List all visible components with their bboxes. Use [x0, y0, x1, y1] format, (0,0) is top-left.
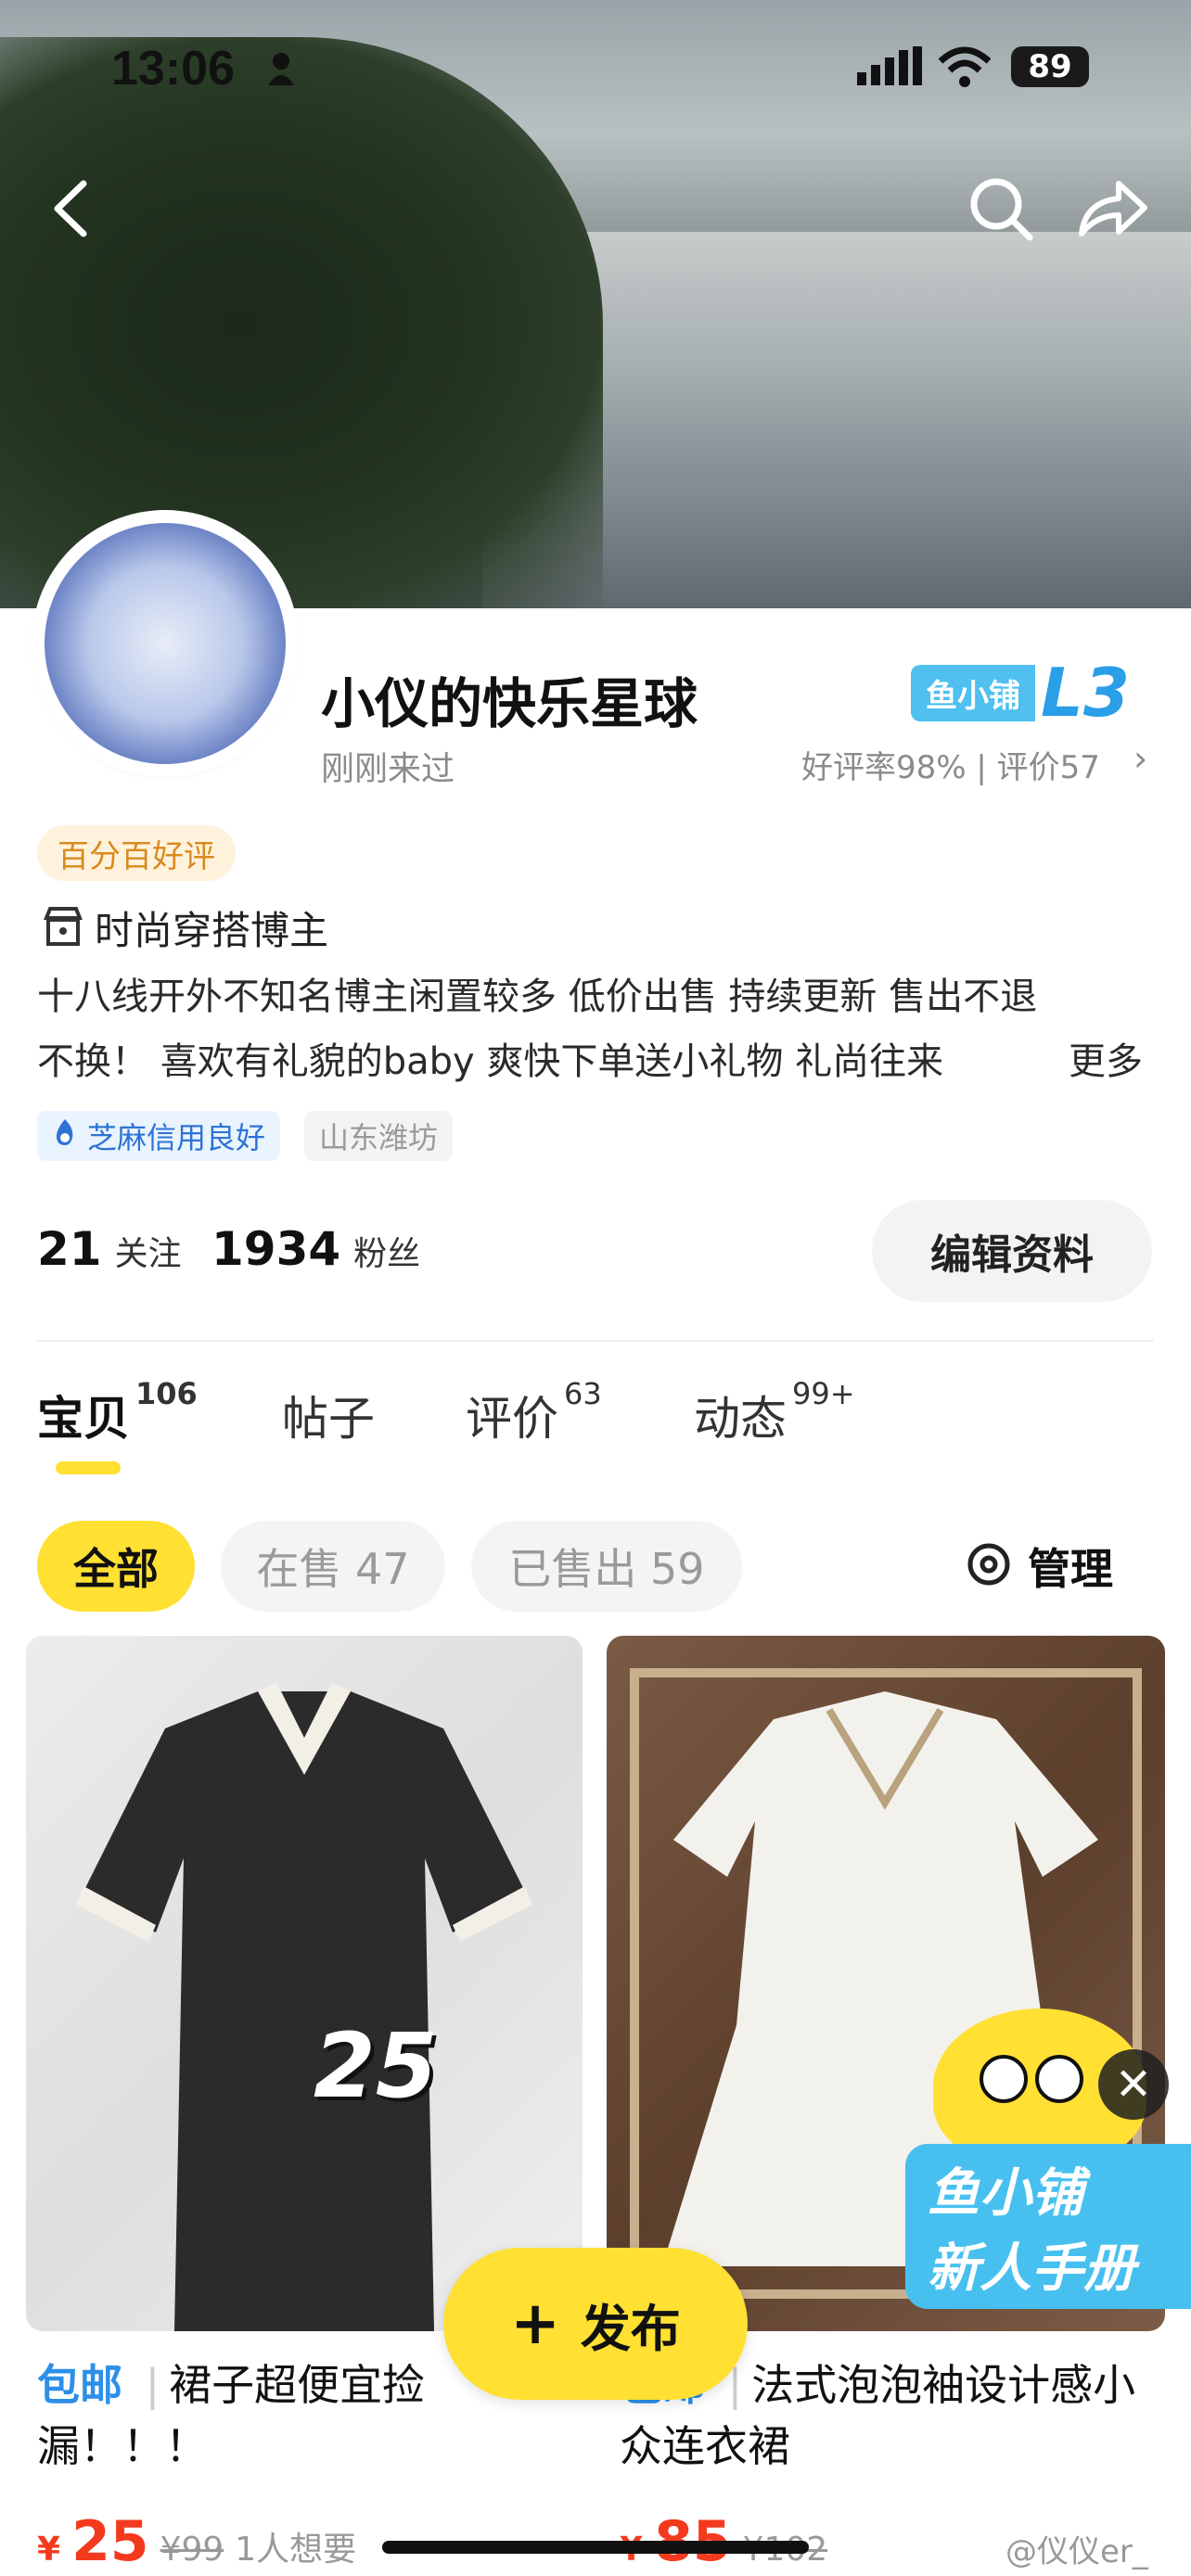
flame-icon [52, 1117, 78, 1154]
filter-on-sale[interactable]: 在售 47 [221, 1521, 445, 1612]
search-icon[interactable] [967, 174, 1035, 243]
tab-activity-count: 99+ [792, 1376, 855, 1411]
tab-reviews-label: 评价 [466, 1392, 558, 1446]
wifi-icon [937, 45, 992, 87]
watermark: @仪仪er_ [1005, 2533, 1148, 2570]
item-title-2-line1: 法式泡泡袖设计感小 [751, 2360, 1136, 2410]
publish-button[interactable]: + 发布 [443, 2248, 748, 2400]
tab-reviews-count: 63 [564, 1376, 602, 1411]
item-title-1-line2: 漏！！！ [37, 2421, 208, 2471]
item-price-1: 25 [71, 2509, 149, 2574]
item-shipping-1: 包邮 [37, 2360, 122, 2410]
item-card-1[interactable]: 25 [26, 1636, 583, 2331]
active-tab-indicator [56, 1461, 121, 1474]
item-image-1 [76, 1682, 532, 2331]
bio-more-link[interactable]: 更多 [1069, 1029, 1143, 1094]
back-icon[interactable] [46, 176, 93, 241]
shop-badge-label: 鱼小铺 [911, 664, 1035, 721]
divider [37, 1340, 1154, 1342]
shop-level-badge[interactable]: 鱼小铺 L3 [911, 654, 1130, 732]
tab-items[interactable]: 宝贝 106 [37, 1376, 198, 1448]
item-image-price-overlay: 25 [314, 2014, 438, 2118]
location-chip: 山东潍坊 [304, 1111, 454, 1161]
promo-line1: 鱼小铺 [928, 2163, 1083, 2224]
followers-count: 1934 [211, 1222, 341, 1276]
following-count: 21 [37, 1222, 102, 1276]
item-price-row-1: ¥ 25 ¥99 1人想要 [37, 2509, 356, 2574]
person-icon [267, 52, 295, 85]
item-wants-1: 1人想要 [235, 2531, 357, 2569]
manage-icon [965, 1540, 1013, 1592]
item-title-1-line1: 裙子超便宜捡 [169, 2360, 426, 2410]
close-icon[interactable]: ✕ [1098, 2049, 1169, 2120]
manage-button[interactable]: 管理 [965, 1536, 1113, 1597]
publish-label: 发布 [580, 2299, 681, 2358]
battery-icon: 89 [1011, 46, 1089, 87]
shop-level: L3 [1041, 654, 1130, 732]
following-label: 关注 [114, 1235, 182, 1273]
manage-label: 管理 [1028, 1544, 1113, 1594]
plus-icon: + [510, 2289, 560, 2358]
edit-profile-button[interactable]: 编辑资料 [872, 1200, 1152, 1302]
tab-posts-label: 帖子 [282, 1392, 375, 1446]
shop-icon [41, 905, 85, 950]
promo-line2: 新人手册 [928, 2238, 1135, 2299]
chevron-right-icon: › [1133, 738, 1148, 779]
profile-name: 小仪的快乐星球 [321, 672, 698, 735]
filter-all[interactable]: 全部 [37, 1521, 195, 1612]
tab-items-count: 106 [135, 1376, 198, 1411]
credit-chip-label: 芝麻信用良好 [87, 1120, 266, 1155]
profile-category: 时尚穿搭博主 [95, 908, 329, 953]
rating-summary[interactable]: 好评率98% | 评价57 [801, 742, 1100, 787]
share-icon[interactable] [1076, 174, 1150, 243]
signal-icon [857, 46, 922, 85]
home-indicator [382, 2541, 809, 2554]
tab-activity-label: 动态 [694, 1392, 787, 1446]
good-review-tag: 百分百好评 [37, 825, 236, 881]
last-seen: 刚刚来过 [321, 750, 455, 788]
promo-banner[interactable]: 鱼小铺 新人手册 [905, 2144, 1191, 2309]
following-stat[interactable]: 21 关注 [37, 1222, 182, 1276]
bio-line-2: 不换！ 喜欢有礼貌的baby 爽快下单送小礼物 礼尚往来 [37, 1040, 944, 1083]
tab-activity[interactable]: 动态 99+ [694, 1376, 855, 1448]
price-symbol-1: ¥ [37, 2531, 61, 2569]
tab-reviews[interactable]: 评价 63 [466, 1376, 602, 1448]
avatar[interactable] [37, 516, 293, 772]
credit-chip[interactable]: 芝麻信用良好 [37, 1111, 281, 1161]
followers-label: 粉丝 [353, 1235, 421, 1273]
tab-items-label: 宝贝 [37, 1392, 130, 1446]
item-title-2-line2: 众连衣裙 [620, 2421, 790, 2471]
followers-stat[interactable]: 1934 粉丝 [211, 1222, 420, 1276]
filter-sold[interactable]: 已售出 59 [471, 1521, 742, 1612]
bio-line-1: 十八线开外不知名博主闲置较多 低价出售 持续更新 售出不退 [37, 976, 1038, 1018]
item-orig-price-1: ¥99 [160, 2531, 224, 2569]
status-time: 13:06 [111, 42, 235, 96]
tab-posts[interactable]: 帖子 [282, 1382, 375, 1448]
